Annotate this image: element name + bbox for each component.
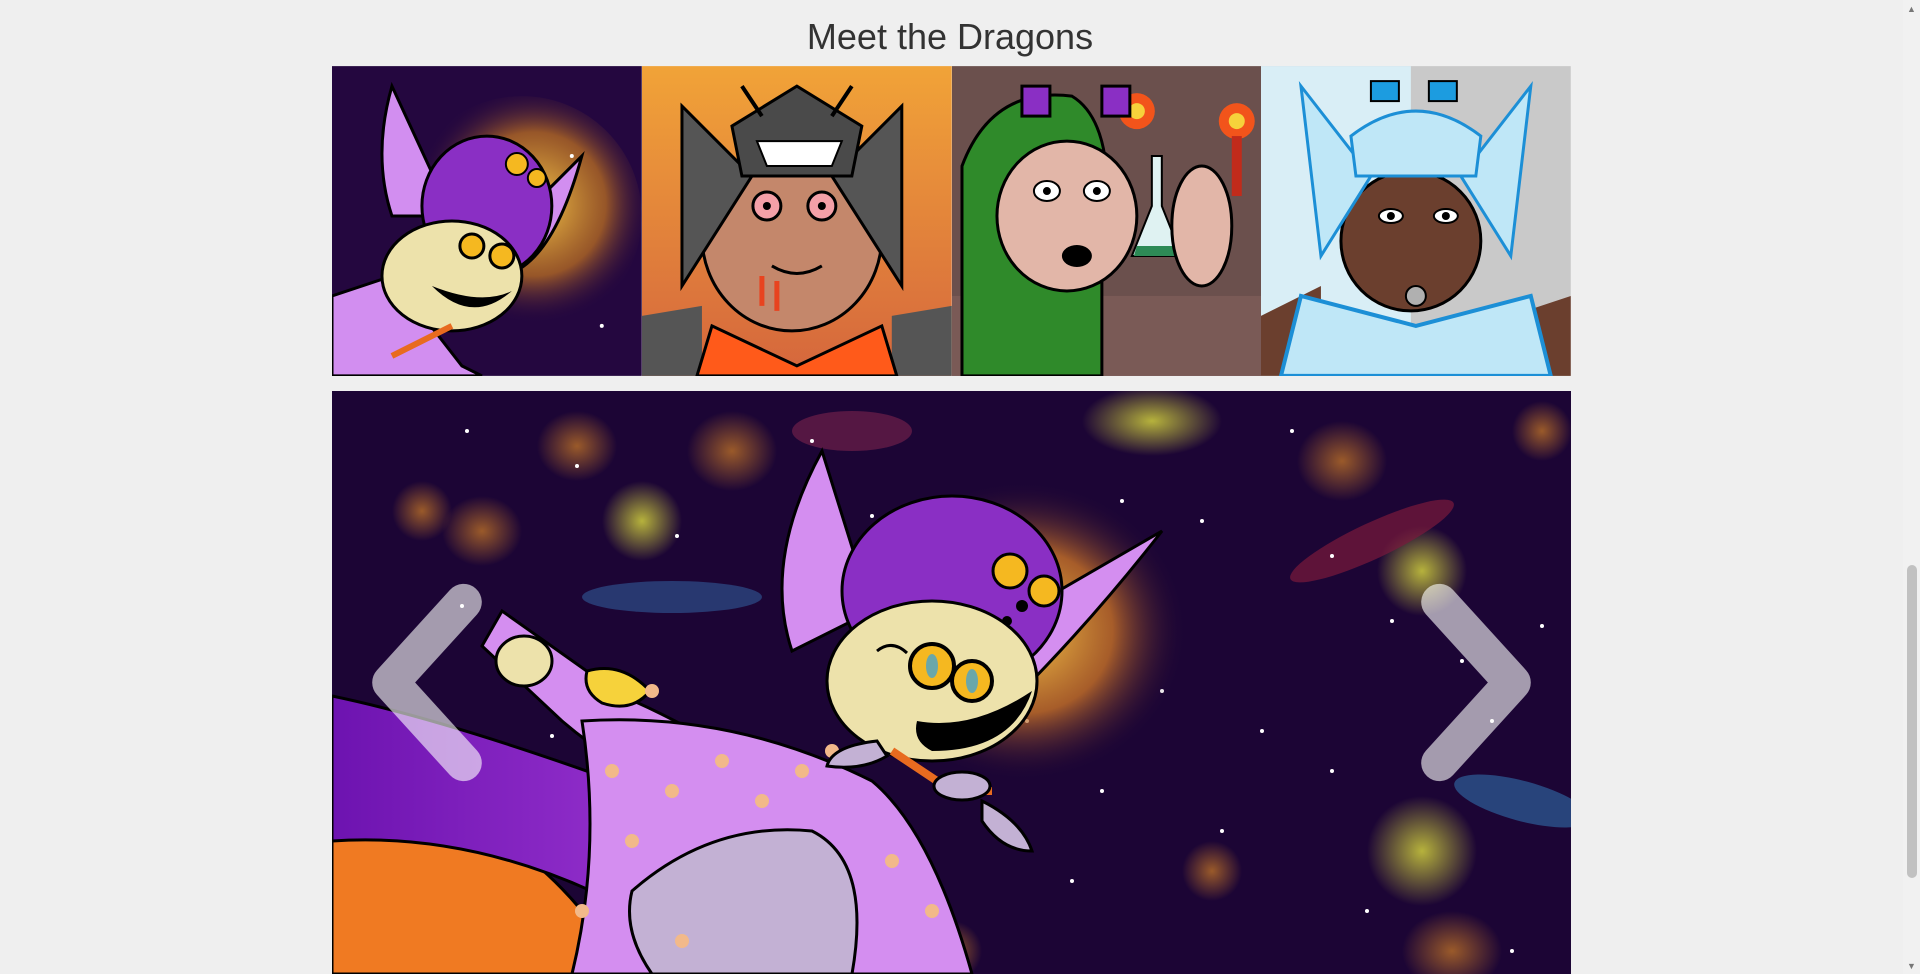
scroll-up-arrow-icon[interactable]: ▲ (1903, 0, 1920, 17)
ice-blue-dragon-image (1261, 66, 1571, 376)
chevron-right-icon (1421, 583, 1531, 782)
scrollbar-thumb[interactable] (1907, 565, 1917, 878)
orange-fire-dragon-image (641, 66, 952, 376)
page-scrollbar[interactable]: ▲ ▼ (1903, 0, 1920, 974)
dragon-carousel (332, 391, 1571, 974)
purple-wizard-dragon-thumbnail[interactable] (332, 66, 642, 376)
green-alchemist-dragon-image (951, 66, 1262, 376)
ice-blue-dragon-thumbnail[interactable] (1261, 66, 1571, 376)
green-alchemist-dragon-thumbnail[interactable] (951, 66, 1262, 376)
carousel-next-button[interactable] (1381, 391, 1571, 974)
carousel-prev-button[interactable] (332, 391, 522, 974)
scroll-down-arrow-icon[interactable]: ▼ (1903, 957, 1920, 974)
orange-fire-dragon-thumbnail[interactable] (641, 66, 952, 376)
dragon-thumbnail-row (332, 66, 1571, 376)
page-title: Meet the Dragons (806, 16, 1094, 57)
purple-wizard-dragon-image (332, 66, 642, 376)
chevron-left-icon (372, 583, 482, 782)
